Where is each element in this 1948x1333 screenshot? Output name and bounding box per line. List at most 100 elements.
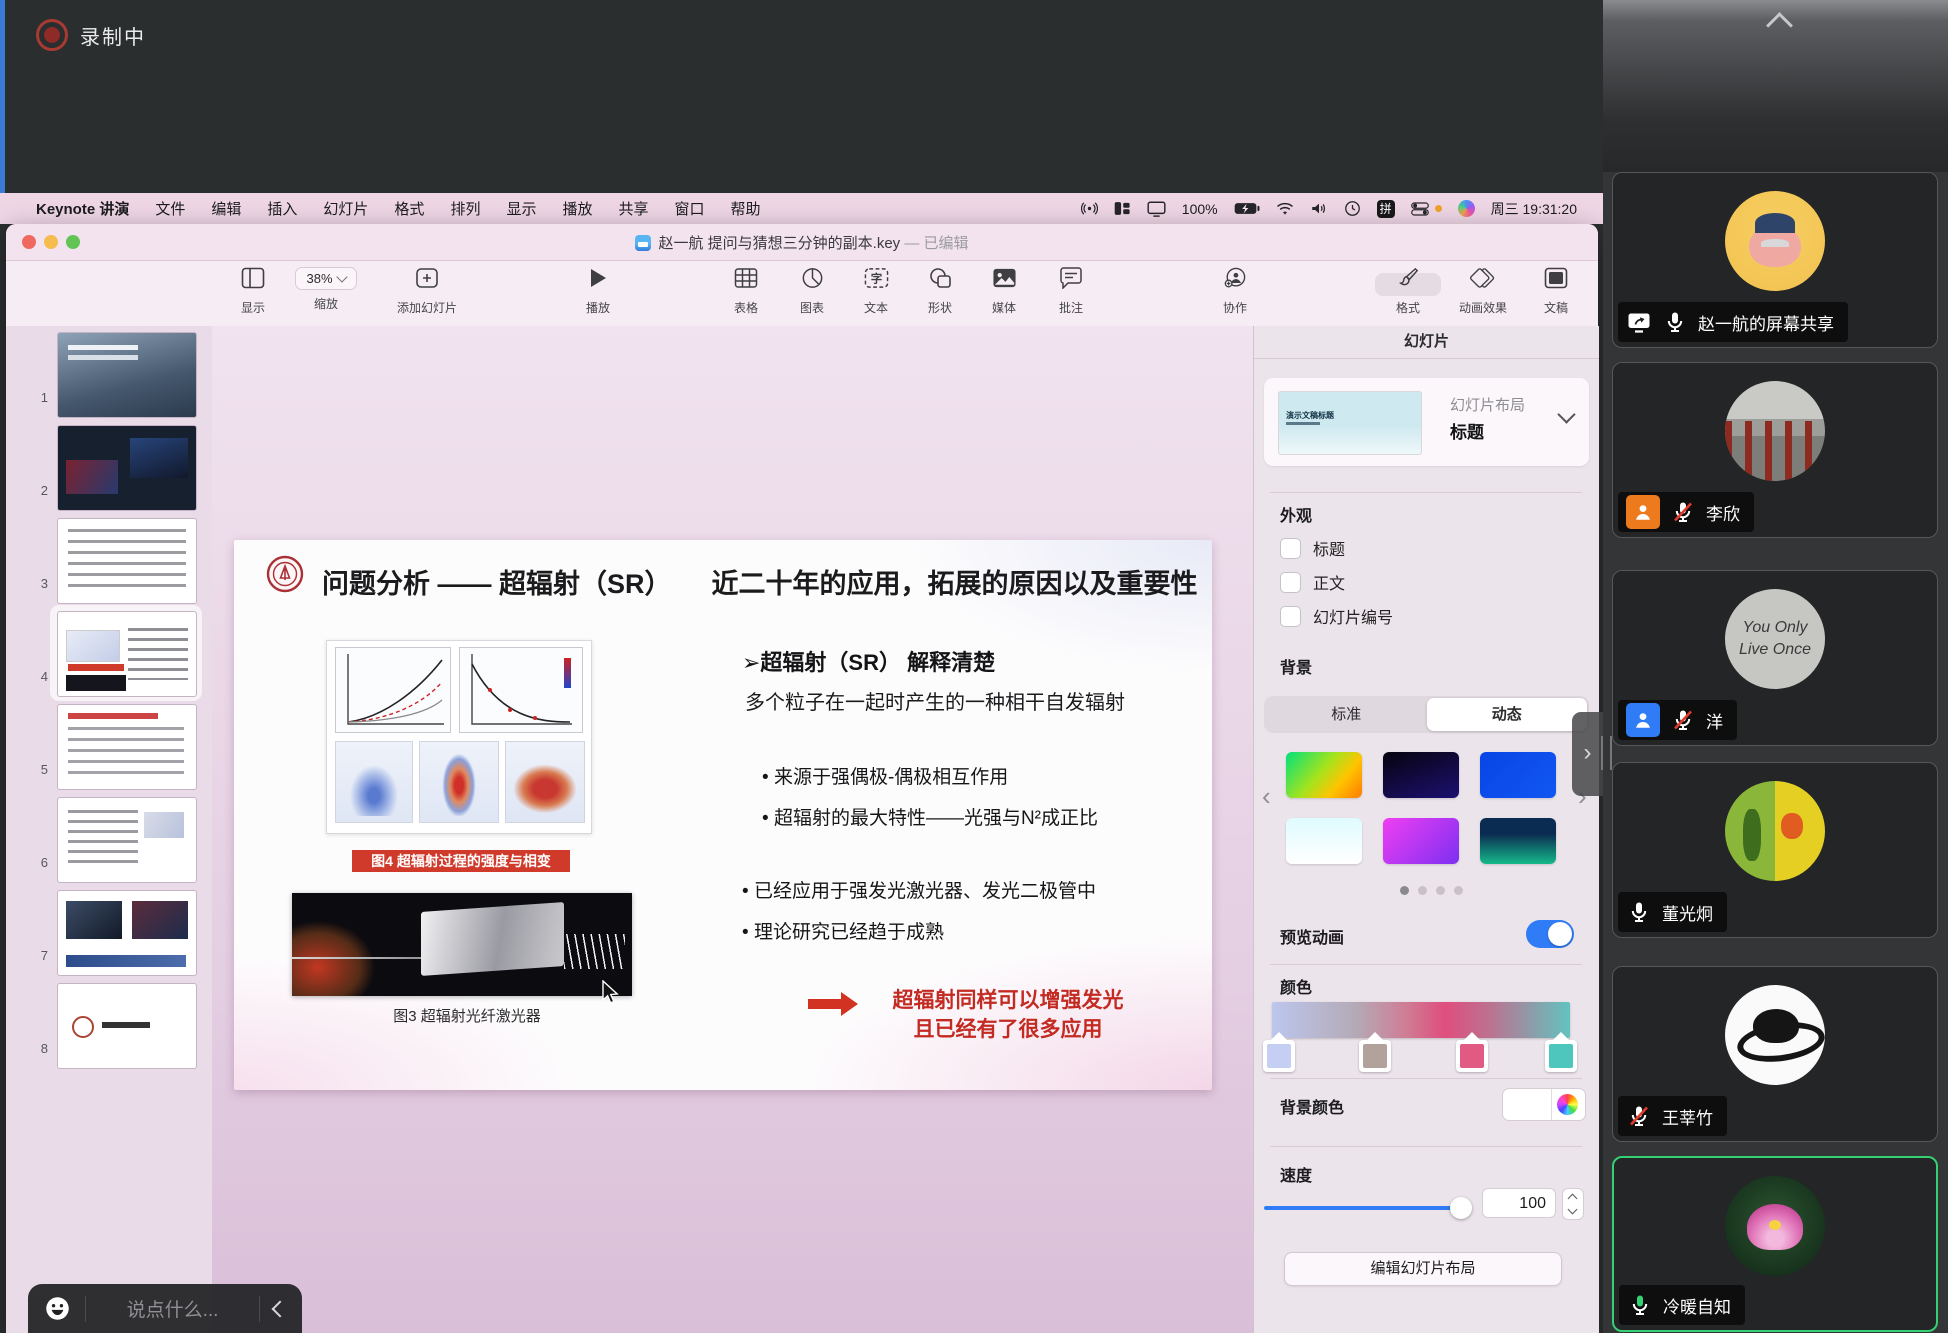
play-button[interactable]: 播放 [550,267,646,316]
appearance-option-标题[interactable]: 标题 [1280,536,1345,560]
checkbox-icon[interactable] [1280,606,1301,627]
background-swatch[interactable] [1383,752,1459,798]
window-titlebar[interactable]: 赵一航 提问与猜想三分钟的副本.key — 已编辑 [6,224,1598,261]
menu-item-共享[interactable]: 共享 [618,198,648,219]
laser-glow [292,893,425,996]
document-button[interactable]: 文稿 [1508,267,1604,316]
menu-item-插入[interactable]: 插入 [267,198,297,219]
slide-thumbnail[interactable] [57,983,197,1069]
background-swatch[interactable] [1286,818,1362,864]
time-machine-icon[interactable] [1344,200,1361,217]
slide-thumbnail[interactable] [57,890,197,976]
carousel-dot[interactable] [1436,886,1445,895]
collaborate-button[interactable]: 协作 [1187,267,1283,316]
wifi-icon[interactable] [1276,202,1294,216]
speed-stepper[interactable] [1562,1188,1584,1220]
menu-items: 文件 编辑 插入 幻灯片 格式 排列 显示 播放 共享 窗口 帮助 [129,198,760,219]
appearance-option-幻灯片编号[interactable]: 幻灯片编号 [1280,604,1393,628]
slide-subheading: 多个粒子在一起时产生的一种相干自发辐射 [745,686,1125,715]
control-center-icon[interactable] [1411,202,1429,216]
participant-tile[interactable]: 王莘竹 [1612,966,1938,1142]
slide-thumbnail-row: 1 [6,332,212,420]
slide-number: 3 [24,576,48,591]
gradient-bar[interactable] [1272,1002,1570,1038]
appearance-option-正文[interactable]: 正文 [1280,570,1345,594]
recording-indicator-icon [36,19,68,51]
emoji-icon[interactable] [44,1295,71,1322]
divider [1270,492,1582,493]
airplay-icon[interactable] [1081,200,1098,217]
menu-clock[interactable]: 周三 19:31:20 [1491,199,1577,219]
carousel-dot[interactable] [1418,886,1427,895]
slide-thumbnail[interactable] [57,797,197,883]
recording-label: 录制中 [80,21,146,50]
slide-thumbnail[interactable] [57,704,197,790]
divider [1270,1078,1582,1079]
slide-canvas[interactable]: 问题分析 —— 超辐射（SR） 近二十年的应用，拓展的原因以及重要性 [212,326,1253,1333]
window-title: 赵一航 提问与猜想三分钟的副本.key — 已编辑 [6,232,1598,253]
menu-item-编辑[interactable]: 编辑 [211,198,241,219]
participant-tile[interactable]: 冷暖自知 [1612,1156,1938,1332]
menu-item-帮助[interactable]: 帮助 [731,198,761,219]
gradient-stop[interactable] [1545,1040,1577,1072]
checkbox-icon[interactable] [1280,538,1301,559]
menu-item-格式[interactable]: 格式 [394,198,424,219]
stage-manager-icon[interactable] [1114,201,1131,216]
speed-slider[interactable] [1264,1206,1468,1210]
display-icon[interactable] [1147,201,1166,217]
background-color-well[interactable] [1502,1088,1586,1121]
slide-thumbnail[interactable] [57,425,197,511]
volume-icon[interactable] [1310,201,1328,216]
background-swatch[interactable] [1286,752,1362,798]
chat-input-placeholder[interactable]: 说点什么... [100,1295,245,1322]
menu-item-窗口[interactable]: 窗口 [675,198,705,219]
panel-collapse-tab[interactable]: › [1572,712,1603,796]
comment-button[interactable]: 批注 [1023,267,1119,316]
preview-animation-toggle[interactable] [1526,920,1574,948]
add-slide-button[interactable]: 添加幻灯片 [379,267,475,316]
app-menu-name[interactable]: Keynote 讲演 [36,198,129,219]
slider-knob[interactable] [1450,1197,1472,1219]
zoom-control[interactable]: 38% 缩放 [278,267,374,312]
checkbox-icon[interactable] [1280,572,1301,593]
slide-bullet: 来源于强偶极-偶极相互作用 [762,762,1098,789]
carousel-dot[interactable] [1400,886,1409,895]
chat-bar[interactable]: 说点什么... [28,1284,302,1333]
menu-item-幻灯片[interactable]: 幻灯片 [323,198,368,219]
gradient-stop[interactable] [1263,1040,1295,1072]
menu-item-播放[interactable]: 播放 [562,198,592,219]
keynote-file-icon [635,235,651,251]
menu-item-文件[interactable]: 文件 [155,198,185,219]
background-swatch[interactable] [1480,752,1556,798]
carousel-prev-icon[interactable]: ‹ [1262,786,1271,806]
panel-resize-grip[interactable] [1601,736,1612,770]
input-method-badge[interactable]: 拼 [1377,200,1395,218]
siri-icon[interactable] [1458,200,1475,217]
edited-label: — 已编辑 [904,235,968,252]
bg-tab-动态[interactable]: 动态 [1427,698,1588,731]
gradient-stop[interactable] [1359,1040,1391,1072]
battery-charging-icon [1234,202,1260,215]
color-wheel-icon[interactable] [1557,1094,1578,1115]
slide-thumbnail[interactable] [57,611,197,697]
background-swatch[interactable] [1480,818,1556,864]
gradient-stop[interactable] [1456,1040,1488,1072]
bg-tab-标准[interactable]: 标准 [1266,698,1427,731]
edit-slide-layout-button[interactable]: 编辑幻灯片布局 [1284,1252,1562,1286]
slide-layout-card[interactable]: 演示文稿标题 幻灯片布局 标题 [1264,378,1589,466]
participant-tile[interactable]: 赵一航的屏幕共享 [1612,172,1938,348]
slide-thumbnail[interactable] [57,332,197,418]
speed-value-field[interactable]: 100 [1482,1188,1556,1218]
background-swatch[interactable] [1383,818,1459,864]
menu-item-显示[interactable]: 显示 [506,198,536,219]
participant-tile[interactable]: 李欣 [1612,362,1938,538]
participant-label: 李欣 [1618,492,1754,532]
participant-tile[interactable]: 董光炯 [1612,762,1938,938]
chevron-left-icon[interactable] [272,1300,289,1317]
carousel-dot[interactable] [1454,886,1463,895]
menu-item-排列[interactable]: 排列 [450,198,480,219]
slide-thumbnail[interactable] [57,518,197,604]
divider [259,1296,260,1322]
current-slide[interactable]: 问题分析 —— 超辐射（SR） 近二十年的应用，拓展的原因以及重要性 [234,540,1212,1090]
participant-tile[interactable]: You Only Live Once洋 [1612,570,1938,746]
